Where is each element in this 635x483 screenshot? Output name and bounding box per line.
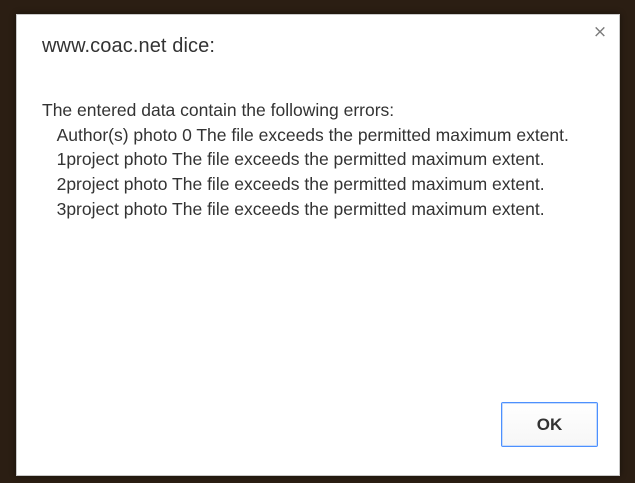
message-line: 1project photo The file exceeds the perm… — [42, 149, 545, 170]
close-icon[interactable]: × — [591, 23, 609, 41]
dialog-message: The entered data contain the following e… — [42, 98, 602, 222]
message-line: The entered data contain the following e… — [42, 100, 395, 120]
alert-dialog: × www.coac.net dice: The entered data co… — [16, 14, 620, 476]
dialog-title: www.coac.net dice: — [42, 35, 215, 57]
message-line: Author(s) photo 0 The file exceeds the p… — [42, 124, 569, 145]
ok-button[interactable]: OK — [501, 402, 598, 447]
message-line: 3project photo The file exceeds the perm… — [42, 198, 545, 219]
message-line: 2project photo The file exceeds the perm… — [42, 174, 545, 195]
